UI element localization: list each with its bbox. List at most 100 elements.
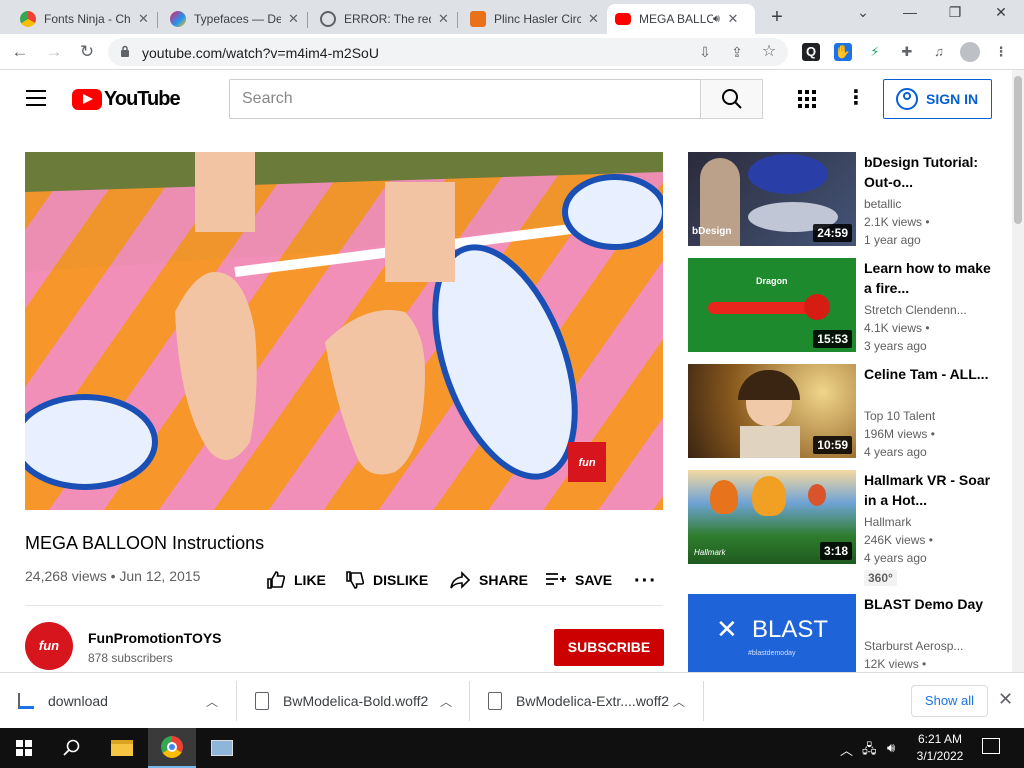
hasler-icon: [470, 11, 486, 27]
browser-tab-active[interactable]: MEGA BALLO 🔊︎ ✕: [607, 4, 755, 34]
close-tab-icon[interactable]: ✕: [137, 11, 150, 27]
show-all-downloads-button[interactable]: Show all: [911, 685, 988, 717]
kebab-menu-icon[interactable]: ⋮: [992, 43, 1010, 61]
audio-playing-icon[interactable]: 🔊︎: [713, 13, 720, 26]
notification-icon[interactable]: [982, 738, 1000, 754]
chevron-up-icon[interactable]: ︿: [673, 693, 685, 710]
chrome-webstore-icon: [20, 11, 36, 27]
share-icon[interactable]: ⇪: [728, 43, 746, 61]
browser-toolbar: ← → ↻ youtube.com/watch?v=m4im4-m2SoU ⇩ …: [0, 34, 1024, 70]
video-title: MEGA BALLOON Instructions: [25, 533, 265, 553]
recommended-channel: Top 10 Talent: [864, 409, 936, 423]
browser-tab[interactable]: Typefaces — De ✕: [162, 4, 308, 34]
puzzle-icon[interactable]: ✚: [898, 43, 916, 61]
close-tab-icon[interactable]: ✕: [287, 11, 300, 27]
save-label: SAVE: [575, 572, 613, 588]
address-bar[interactable]: youtube.com/watch?v=m4im4-m2SoU ⇩ ⇪ ☆: [108, 38, 788, 66]
save-button[interactable]: SAVE: [545, 570, 612, 590]
recommended-video[interactable]: Dragon 15:53 Learn how to make a fire...…: [688, 258, 998, 353]
subscribe-button[interactable]: SUBSCRIBE: [554, 629, 664, 666]
youtube-wordmark: YouTube: [104, 88, 181, 110]
close-tab-icon[interactable]: ✕: [587, 11, 600, 27]
download-item[interactable]: BwModelica-Bold.woff2 ︿: [255, 673, 465, 729]
download-progress-icon: [18, 693, 34, 709]
youtube-logo[interactable]: YouTube: [72, 88, 181, 111]
video-thumbnail[interactable]: ✕ BLAST #blastdemoday: [688, 594, 856, 672]
close-tab-icon[interactable]: ✕: [437, 11, 450, 27]
page-scrollbar[interactable]: [1012, 70, 1024, 672]
close-shelf-icon[interactable]: ✕: [998, 689, 1013, 710]
tray-chevron-up-icon[interactable]: ︿: [840, 740, 853, 759]
search-input[interactable]: Search: [229, 79, 701, 119]
download-item[interactable]: BwModelica-Extr....woff2 ︿: [488, 673, 698, 729]
thumbs-down-icon: [346, 571, 365, 589]
share-button[interactable]: SHARE: [449, 570, 528, 590]
chevron-up-icon[interactable]: ︿: [206, 693, 218, 710]
extension-icon[interactable]: ✋: [834, 43, 852, 61]
like-label: LIKE: [294, 572, 326, 588]
recommended-views: 4.1K views •: [864, 321, 930, 335]
video-thumbnail[interactable]: 10:59: [688, 364, 856, 458]
recommended-channel: Stretch Clendenn...: [864, 303, 967, 317]
taskbar-clock[interactable]: 6:21 AM 3/1/2022: [912, 731, 968, 765]
back-arrow-icon[interactable]: ←: [9, 41, 31, 63]
thumbnail-hashtag: #blastdemoday: [748, 650, 796, 657]
recommended-age: 3 years ago: [864, 339, 927, 353]
network-icon[interactable]: 🖧︎: [862, 740, 877, 762]
youtube-header: YouTube Search ⋮ SIGN IN: [0, 70, 1012, 128]
sign-in-label: SIGN IN: [926, 91, 979, 107]
browser-tab[interactable]: Plinc Hasler Circ ✕: [462, 4, 608, 34]
chrome-taskbar-icon[interactable]: [148, 728, 196, 768]
browser-tab[interactable]: Fonts Ninja - Ch ✕: [12, 4, 158, 34]
recommended-video[interactable]: bDesign 24:59 bDesign Tutorial: Out-o...…: [688, 152, 998, 247]
extension-icon[interactable]: ⚡: [866, 43, 884, 61]
account-icon: [896, 88, 918, 110]
channel-name[interactable]: FunPromotionTOYS: [88, 630, 222, 646]
extension-icon[interactable]: Q: [802, 43, 820, 61]
download-shelf: download ︿ BwModelica-Bold.woff2 ︿ BwMod…: [0, 672, 1024, 728]
channel-avatar[interactable]: fun: [25, 622, 73, 670]
media-control-icon[interactable]: ♫: [930, 43, 948, 61]
scrollbar-thumb[interactable]: [1014, 76, 1022, 224]
recommended-video[interactable]: ✕ BLAST #blastdemoday BLAST Demo Day Sta…: [688, 594, 998, 672]
close-window-icon[interactable]: ✕: [986, 4, 1016, 21]
sign-in-button[interactable]: SIGN IN: [883, 79, 992, 119]
download-item[interactable]: download ︿: [18, 673, 228, 729]
file-icon: [255, 692, 269, 710]
file-explorer-icon[interactable]: [98, 728, 146, 768]
recommended-video[interactable]: 10:59 Celine Tam - ALL... Top 10 Talent …: [688, 364, 998, 459]
settings-more-icon[interactable]: ⋮: [846, 88, 866, 108]
recommended-video[interactable]: Hallmark 3:18 Hallmark VR - Soar in a Ho…: [688, 470, 998, 586]
restore-icon[interactable]: ❐: [940, 4, 970, 21]
windows-start-icon[interactable]: [0, 728, 48, 768]
recommended-title: Learn how to make a fire...: [864, 260, 991, 296]
browser-tab[interactable]: ERROR: The requ ✕: [312, 4, 458, 34]
profile-avatar-icon[interactable]: [960, 42, 980, 62]
reload-icon[interactable]: ↻: [76, 41, 98, 63]
bookmark-star-icon[interactable]: ☆: [760, 43, 778, 61]
video-thumbnail[interactable]: Hallmark 3:18: [688, 470, 856, 564]
apps-grid-icon[interactable]: [798, 90, 816, 108]
hamburger-menu-icon[interactable]: [26, 90, 46, 106]
minimize-icon[interactable]: —: [895, 4, 925, 20]
tab-search-chevron-icon[interactable]: ⌄: [848, 4, 878, 21]
divider: [25, 605, 663, 606]
channel-subscriber-count: 878 subscribers: [88, 651, 173, 665]
control-panel-icon[interactable]: [198, 728, 246, 768]
install-app-icon[interactable]: ⇩: [696, 43, 714, 61]
dislike-label: DISLIKE: [373, 572, 429, 588]
like-button[interactable]: LIKE: [266, 570, 326, 590]
close-tab-icon[interactable]: ✕: [726, 11, 740, 27]
video-player[interactable]: fun: [25, 152, 663, 510]
dislike-button[interactable]: DISLIKE: [345, 570, 428, 590]
download-filename: BwModelica-Bold.woff2: [283, 693, 429, 709]
video-thumbnail[interactable]: Dragon 15:53: [688, 258, 856, 352]
more-actions-icon[interactable]: ···: [634, 570, 657, 593]
volume-icon[interactable]: 🔊︎: [887, 740, 895, 756]
video-thumbnail[interactable]: bDesign 24:59: [688, 152, 856, 246]
new-tab-button[interactable]: +: [765, 6, 789, 29]
search-button[interactable]: [700, 79, 763, 119]
forward-arrow-icon[interactable]: →: [43, 41, 65, 63]
search-icon[interactable]: [48, 728, 96, 768]
chevron-up-icon[interactable]: ︿: [440, 693, 452, 710]
